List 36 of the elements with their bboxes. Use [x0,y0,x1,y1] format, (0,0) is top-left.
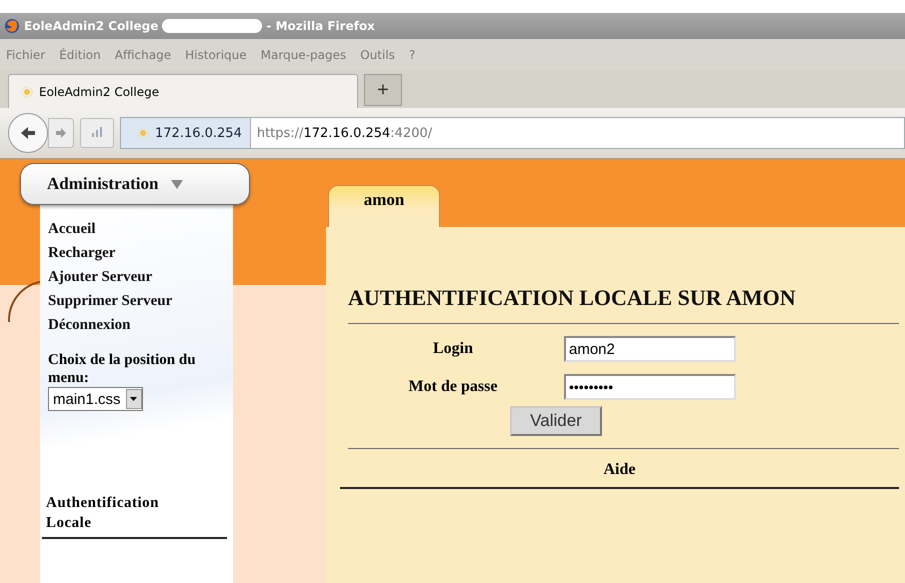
forward-button[interactable] [48,118,74,148]
sidebar-link[interactable]: Ajouter Serveur [48,265,152,289]
login-field[interactable]: amon2 [564,336,736,362]
dropdown-arrow-icon [130,397,138,401]
page-heading: AUTHENTIFICATION LOCALE SUR AMON [348,285,797,311]
back-arrow-icon [20,126,36,140]
sidebar-link[interactable]: Supprimer Serveur [48,289,172,313]
section-heading: Authentification Locale [42,493,227,539]
back-button[interactable] [8,113,48,153]
new-tab-button[interactable]: + [364,74,402,106]
password-field[interactable]: ••••••••• [564,374,736,400]
menu-position-select[interactable]: main1.css [48,387,143,411]
browser-tab[interactable]: EoleAdmin2 College [8,74,358,108]
menu-position-label: Choix de la position du menu: [48,351,197,387]
sidebar-link[interactable]: Accueil [48,217,96,241]
tab-title: EoleAdmin2 College [39,84,160,98]
url-text: https://172.16.0.254:4200/ [256,126,432,140]
caret-icon [170,180,183,189]
help-heading: Aide [602,461,636,479]
field-label: Mot de passe [408,378,498,396]
window-title: EoleAdmin2 College [24,19,158,33]
administration-menu-button[interactable]: Administration [20,163,250,205]
browser-logo-icon [4,18,20,34]
forward-arrow-icon [55,127,67,139]
sidebar-link[interactable]: Recharger [48,241,116,265]
submit-button[interactable]: Valider [510,406,602,436]
server-tab[interactable]: amon [328,185,440,227]
field-label: Login [432,340,474,358]
address-bar[interactable]: 172.16.0.254 https://172.16.0.254:4200/ [120,117,905,149]
sidebar-link[interactable]: Déconnexion [48,313,130,337]
site-identity-button[interactable]: 172.16.0.254 [121,118,251,148]
sun-icon [137,127,149,139]
sun-icon [21,86,33,98]
bar-chart-icon [90,126,104,138]
window-title-suffix: - Mozilla Firefox [266,19,375,33]
bar-chart-button[interactable] [80,118,114,148]
